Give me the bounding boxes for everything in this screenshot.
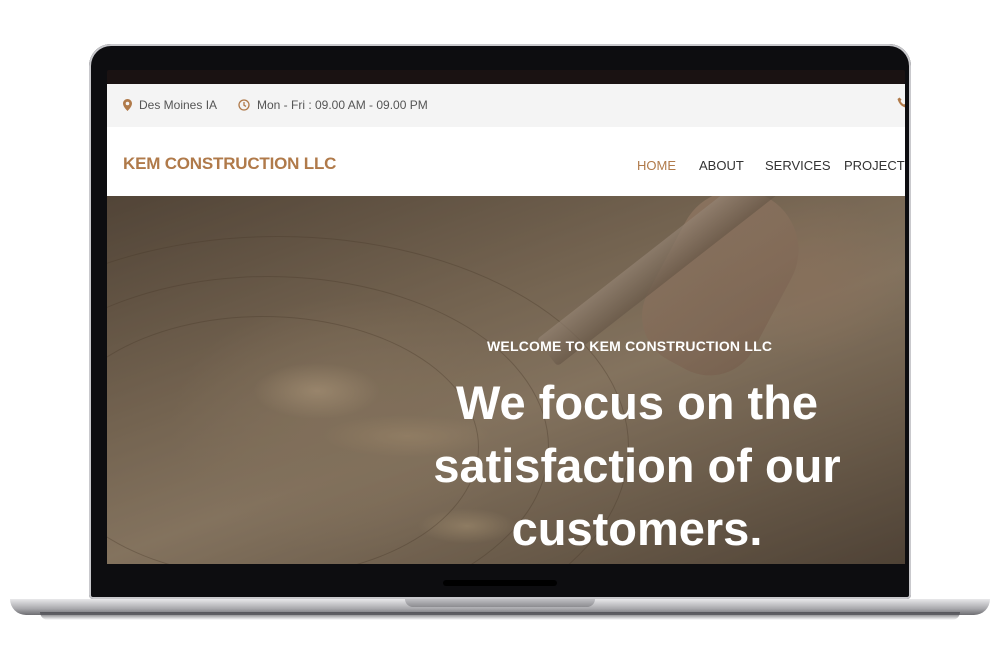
phone-icon[interactable] (897, 97, 905, 109)
hero-subtitle: WELCOME TO KEM CONSTRUCTION LLC (487, 338, 773, 354)
map-pin-icon (123, 99, 132, 111)
nav-item-home[interactable]: HOME (637, 158, 676, 173)
nav-item-about[interactable]: ABOUT (699, 158, 744, 173)
brand-logo-text[interactable]: KEM CONSTRUCTION LLC (123, 154, 336, 174)
location-text: Des Moines IA (139, 98, 218, 112)
hero-banner: WELCOME TO KEM CONSTRUCTION LLC We focus… (107, 196, 905, 564)
laptop-hinge (443, 580, 557, 586)
nav-item-services[interactable]: SERVICES (765, 158, 831, 173)
hours-text: Mon - Fri : 09.00 AM - 09.00 PM (257, 98, 428, 112)
clock-icon (238, 99, 250, 111)
nav-item-project[interactable]: PROJECT (844, 158, 905, 173)
hours-info: Mon - Fri : 09.00 AM - 09.00 PM (238, 98, 428, 112)
laptop-bezel-top (107, 70, 905, 84)
laptop-notch (405, 599, 595, 607)
top-info-bar: Des Moines IA Mon - Fri : 09.00 AM - 09.… (107, 84, 905, 127)
main-navbar: KEM CONSTRUCTION LLC HOME ABOUT SERVICES… (107, 127, 905, 196)
website-screen: Des Moines IA Mon - Fri : 09.00 AM - 09.… (107, 84, 905, 564)
hero-title: We focus on the satisfaction of our cust… (433, 376, 841, 555)
location-info: Des Moines IA (123, 98, 217, 112)
laptop-shadow (40, 612, 960, 620)
